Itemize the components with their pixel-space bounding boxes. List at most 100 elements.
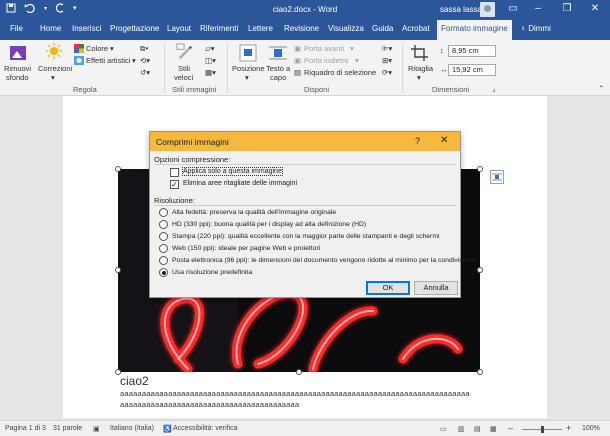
ok-button[interactable]: OK	[366, 281, 410, 295]
resize-handle[interactable]	[477, 267, 483, 273]
status-bar: Pagina 1 di 3 31 parole ▣ Italiano (Ital…	[0, 420, 610, 436]
resolution-label-print[interactable]: Stampa (220 ppi): qualità eccellente con…	[172, 233, 440, 240]
remove-background-icon	[10, 46, 26, 60]
corrections-label: Correzioni	[38, 64, 73, 73]
resize-handle[interactable]	[115, 166, 121, 172]
title-bar: ▾ ▾ ciao2.docx - Word sassa lassa ▭ – ❐ …	[0, 0, 610, 20]
send-backward-label: Porta indietro	[304, 56, 349, 65]
artistic-effects-icon	[74, 56, 84, 65]
resolution-label-email[interactable]: Posta elettronica (96 ppi): le dimension…	[172, 257, 475, 264]
group-regola: Regola	[73, 85, 97, 94]
compress-pictures-icon[interactable]: ⧉▾	[140, 44, 149, 54]
apply-only-label[interactable]: Applica solo a questa immagine	[182, 167, 283, 176]
height-icon: ↕	[440, 46, 444, 55]
resolution-label-default[interactable]: Usa risoluzione predefinita	[172, 269, 252, 276]
resolution-radio-high-fidelity[interactable]	[159, 208, 168, 217]
apply-only-checkbox[interactable]	[170, 168, 179, 177]
reset-picture-icon[interactable]: ↺▾	[140, 68, 150, 77]
corrections-dropdown-icon: ▾	[51, 73, 55, 82]
tab-acrobat[interactable]: Acrobat	[402, 24, 430, 33]
size-dialog-launcher-icon[interactable]: ⌟	[492, 84, 496, 93]
tab-home[interactable]: Home	[40, 24, 61, 33]
dialog-close-button[interactable]: ✕	[440, 135, 448, 146]
resolution-radio-email[interactable]	[159, 256, 168, 265]
collapse-ribbon-icon[interactable]: ⌃	[598, 84, 604, 93]
align-icon[interactable]: ⊫▾	[382, 44, 392, 53]
user-name[interactable]: sassa lassa	[440, 5, 482, 14]
resolution-radio-hd[interactable]	[159, 220, 168, 229]
tab-inserisci[interactable]: Inserisci	[72, 24, 101, 33]
remove-background-label-2: sfondo	[6, 73, 29, 82]
cancel-button[interactable]: Annulla	[414, 281, 458, 295]
tell-me[interactable]: ♀ Dimmi	[520, 24, 551, 33]
image-caption: ciao2	[120, 374, 149, 388]
page-count[interactable]: Pagina 1 di 3	[5, 425, 46, 432]
tab-progettazione[interactable]: Progettazione	[110, 24, 159, 33]
restore-button[interactable]: ❐	[556, 3, 578, 14]
color-dropdown-icon: ▾	[110, 44, 114, 53]
artistic-effects-dropdown-icon: ▾	[132, 56, 136, 65]
ribbon-separator	[227, 43, 228, 93]
bring-forward-icon: ▣	[294, 44, 302, 53]
color-icon	[74, 44, 84, 53]
print-layout-icon[interactable]: ▤	[474, 425, 481, 433]
tab-layout[interactable]: Layout	[167, 24, 191, 33]
wrap-text-label-1: Testo a	[266, 64, 291, 73]
delete-cropped-label[interactable]: Elimina aree ritagliate delle immagini	[183, 180, 297, 187]
accessibility-icon: ♿	[163, 426, 172, 433]
wrap-text-label-2: capo	[270, 73, 287, 82]
resolution-radio-web[interactable]	[159, 244, 168, 253]
group-dimensioni: Dimensioni	[432, 85, 470, 94]
group-objects-icon[interactable]: ⊞▾	[382, 56, 392, 65]
tab-visualizza[interactable]: Visualizza	[328, 24, 364, 33]
position-label: Posizione	[232, 64, 265, 73]
picture-effects-icon[interactable]: ◫▾	[205, 56, 216, 65]
resolution-label-hd[interactable]: HD (330 ppi): buona qualità per i displa…	[172, 221, 366, 228]
layout-options-icon	[492, 173, 502, 181]
ribbon-tabs: File Home Inserisci Progettazione Layout…	[0, 20, 610, 40]
avatar[interactable]	[480, 2, 495, 17]
resize-handle[interactable]	[296, 369, 302, 375]
selection-pane-label: Riquadro di selezione	[304, 68, 377, 77]
tab-formato-immagine[interactable]: Formato immagine	[437, 20, 512, 40]
ribbon-display-options-icon[interactable]: ▭	[502, 3, 524, 14]
position-dropdown-icon: ▾	[245, 73, 249, 82]
tab-guida[interactable]: Guida	[372, 24, 393, 33]
tab-riferimenti[interactable]: Riferimenti	[200, 24, 238, 33]
picture-border-icon[interactable]: ▱▾	[205, 44, 215, 53]
focus-mode-icon[interactable]: ▭	[440, 425, 447, 433]
rotate-icon[interactable]: ⟳▾	[382, 68, 392, 77]
send-backward-icon: ▣	[294, 56, 302, 65]
tab-file[interactable]: File	[10, 24, 23, 33]
change-picture-icon[interactable]: ⟲▾	[140, 56, 150, 65]
delete-cropped-checkbox[interactable]: ✓	[170, 180, 179, 189]
tab-revisione[interactable]: Revisione	[284, 24, 319, 33]
zoom-level[interactable]: 100%	[582, 425, 600, 432]
language[interactable]: Italiano (Italia)	[110, 425, 154, 432]
zoom-in-button[interactable]: +	[566, 423, 571, 433]
resolution-label-web[interactable]: Web (150 ppi): ideale per pagine Web e p…	[172, 245, 320, 252]
resolution-radio-print[interactable]	[159, 232, 168, 241]
resize-handle[interactable]	[477, 166, 483, 172]
width-spinner[interactable]: 15,92 cm	[448, 64, 496, 76]
height-spinner[interactable]: 8,95 cm	[448, 45, 496, 57]
accessibility-status[interactable]: Accessibilità: verifica	[173, 425, 238, 432]
dialog-help-button[interactable]: ?	[415, 136, 420, 146]
picture-layout-icon[interactable]: ▦▾	[205, 68, 216, 77]
word-count[interactable]: 31 parole	[53, 425, 82, 432]
minimize-button[interactable]: –	[527, 3, 549, 14]
zoom-out-button[interactable]: –	[508, 423, 513, 433]
resize-handle[interactable]	[115, 267, 121, 273]
proofing-icon[interactable]: ▣	[93, 425, 100, 433]
resolution-radio-default[interactable]	[159, 268, 168, 277]
resolution-label-high-fidelity[interactable]: Alta fedeltà: preserva la qualità dell'i…	[172, 209, 336, 216]
selection-pane-icon: ▤	[294, 68, 302, 77]
read-mode-icon[interactable]: ▥	[458, 425, 465, 433]
web-layout-icon[interactable]: ▦	[490, 425, 497, 433]
resize-handle[interactable]	[477, 369, 483, 375]
close-button[interactable]: ✕	[584, 3, 606, 14]
layout-options-button[interactable]	[490, 170, 504, 184]
zoom-slider-thumb[interactable]	[541, 426, 544, 433]
body-text-line: aaaaaaaaaaaaaaaaaaaaaaaaaaaaaaaaaaaaaaaa…	[120, 389, 470, 398]
tab-lettere[interactable]: Lettere	[248, 24, 273, 33]
